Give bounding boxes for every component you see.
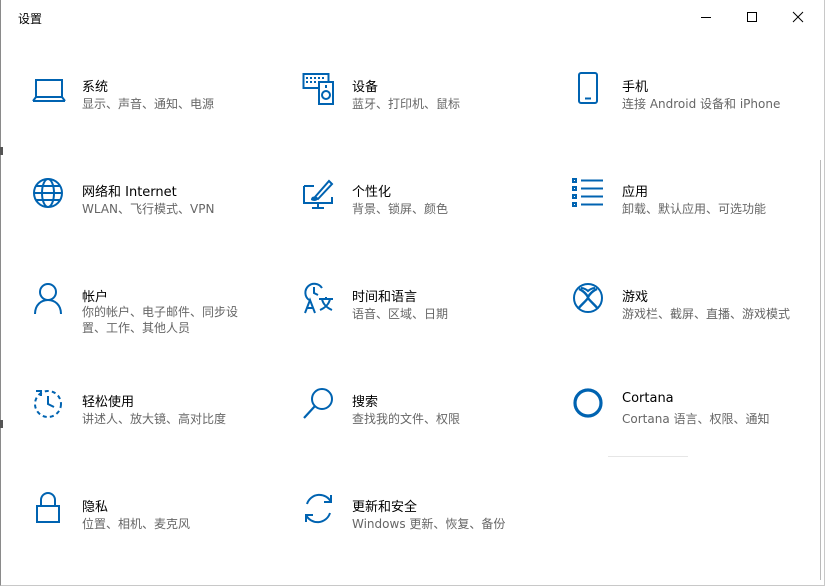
tile-title: 搜索 [352,395,379,410]
tile-title: 时间和语言 [352,290,418,305]
tile-title: 设备 [352,80,379,95]
cortana-icon [572,387,606,421]
maximize-button[interactable] [729,0,775,34]
close-button[interactable] [775,0,821,34]
settings-tile-time-language[interactable]: 时间和语言 语音、区域、日期 [302,282,562,372]
tile-description: 连接 Android 设备和 iPhone [622,97,781,111]
tile-description: 显示、声音、通知、电源 [82,97,215,111]
tile-description: 讲述人、放大镜、高对比度 [82,412,227,426]
person-icon [32,282,66,316]
settings-tile-search[interactable]: 搜索 查找我的文件、权限 [302,387,562,477]
tile-title: 个性化 [352,185,392,200]
time-language-icon [302,282,336,316]
tile-description: 位置、相机、麦克风 [82,517,191,531]
tile-title: 轻松使用 [82,395,135,410]
devices-icon [302,72,336,106]
title-bar[interactable]: 设置 [1,0,824,36]
tile-description: WLAN、飞行模式、VPN [82,202,215,216]
close-icon [792,11,804,23]
lock-icon [32,492,66,526]
laptop-icon [32,75,66,109]
globe-icon [32,177,66,211]
xbox-icon [572,282,606,316]
settings-tile-update-security[interactable]: 更新和安全 Windows 更新、恢复、备份 [302,492,562,582]
tile-title: Cortana [622,391,674,406]
settings-tile-accounts[interactable]: 帐户 你的帐户、电子邮件、同步设 置、工作、其他人员 [32,282,292,372]
maximize-icon [747,12,757,22]
settings-tile-phone[interactable]: 手机 连接 Android 设备和 iPhone [572,72,825,162]
tile-title: 手机 [622,80,649,95]
tile-title: 网络和 Internet [82,185,177,200]
settings-tile-system[interactable]: 系统 显示、声音、通知、电源 [32,75,292,165]
tile-description: 蓝牙、打印机、鼠标 [352,97,461,111]
tile-description: 背景、锁屏、颜色 [352,202,449,216]
settings-tile-cortana[interactable]: Cortana Cortana 语言、权限、通知 [572,387,825,477]
tile-description: 你的帐户、电子邮件、同步设 置、工作、其他人员 [82,305,239,335]
window-edge-mark [0,147,3,155]
window-edge-mark [0,420,3,428]
tile-description: 卸载、默认应用、可选功能 [622,202,767,216]
personalization-icon [302,177,336,211]
tile-title: 应用 [622,185,649,200]
window-title: 设置 [18,12,43,26]
settings-tile-gaming[interactable]: 游戏 游戏栏、截屏、直播、游戏模式 [572,282,825,372]
tile-description: 游戏栏、截屏、直播、游戏模式 [622,307,791,321]
settings-tile-apps[interactable]: 应用 卸载、默认应用、可选功能 [572,177,825,267]
phone-icon [572,72,606,106]
tile-title: 隐私 [82,500,109,515]
settings-tile-network[interactable]: 网络和 Internet WLAN、飞行模式、VPN [32,177,292,267]
tile-title: 系统 [82,80,109,95]
tile-description: 语音、区域、日期 [352,307,449,321]
minimize-icon [701,17,711,18]
tile-separator [608,456,688,457]
tile-description: Windows 更新、恢复、备份 [352,517,506,531]
tile-title: 游戏 [622,290,649,305]
minimize-button[interactable] [683,0,729,34]
tile-title: 更新和安全 [352,500,418,515]
settings-tile-personalization[interactable]: 个性化 背景、锁屏、颜色 [302,177,562,267]
tile-title: 帐户 [82,290,109,305]
tile-description: 查找我的文件、权限 [352,412,461,426]
settings-tile-ease-of-access[interactable]: 轻松使用 讲述人、放大镜、高对比度 [32,387,292,477]
update-icon [302,492,336,526]
settings-tile-devices[interactable]: 设备 蓝牙、打印机、鼠标 [302,72,562,162]
ease-of-access-icon [32,387,66,421]
settings-tile-privacy[interactable]: 隐私 位置、相机、麦克风 [32,492,292,582]
search-icon [302,387,336,421]
settings-window: 设置 系统 显示、声音、通知、电源 设备 蓝牙、打印机、鼠标 手机 连接 And… [0,0,825,586]
tile-description: Cortana 语言、权限、通知 [622,412,770,426]
apps-list-icon [572,177,606,211]
